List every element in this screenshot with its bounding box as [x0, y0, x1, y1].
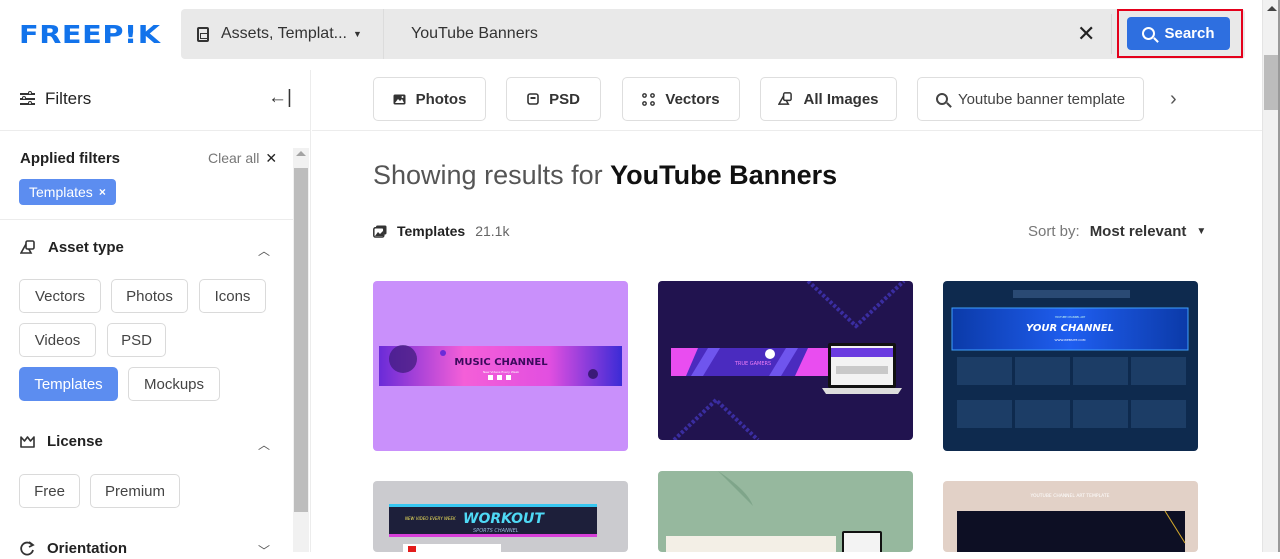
card-title: YOUR CHANNEL	[1026, 323, 1114, 334]
photo-icon	[393, 94, 406, 104]
page-scroll-thumb[interactable]	[1264, 55, 1279, 110]
svg-text:New Videos Every Week: New Videos Every Week	[483, 370, 519, 374]
card-thumbnail: TRUE GAMERS	[671, 281, 906, 440]
asset-type-label: Assets, Templat...	[221, 25, 347, 42]
svg-text:WWW.WEBSITE.COM: WWW.WEBSITE.COM	[1055, 338, 1086, 342]
filter-option-free[interactable]: Free	[19, 474, 80, 508]
category-all-images[interactable]: All Images	[760, 77, 897, 121]
vector-icon	[642, 92, 656, 106]
sliders-icon	[20, 91, 35, 105]
divider	[0, 219, 293, 220]
filter-option-psd[interactable]: PSD	[107, 323, 166, 357]
sort-dropdown[interactable]: Most relevant	[1090, 223, 1187, 240]
results-heading: Showing results for YouTube Banners	[373, 160, 838, 190]
chevron-right-icon[interactable]: ›	[1170, 88, 1177, 111]
scroll-up-arrow[interactable]	[1267, 6, 1277, 11]
filter-option-vectors[interactable]: Vectors	[19, 279, 101, 313]
card-title: TRUE GAMERS	[734, 361, 771, 367]
result-card[interactable]: TRUE GAMERS	[658, 281, 913, 440]
filter-option-icons[interactable]: Icons	[199, 279, 266, 313]
card-thumbnail: YOUTUBE CHANNEL ART TEMPLATE	[957, 493, 1186, 552]
remove-icon[interactable]: ×	[99, 185, 106, 199]
svg-text:SPORTS CHANNEL: SPORTS CHANNEL	[473, 528, 519, 534]
applied-chip-templates[interactable]: Templates ×	[19, 179, 116, 205]
psd-icon	[527, 93, 539, 105]
shapes-icon	[778, 92, 793, 105]
category-vectors[interactable]: Vectors	[622, 77, 740, 121]
crown-icon	[20, 436, 35, 448]
section-asset-type[interactable]: Asset type	[20, 239, 124, 256]
category-psd[interactable]: PSD	[506, 77, 601, 121]
card-thumbnail: NEW VIDEO EVERY WEEK WORKOUT SPORTS CHAN…	[389, 504, 597, 552]
close-icon: ✕	[265, 150, 278, 166]
rotate-icon	[20, 541, 35, 556]
filter-option-videos[interactable]: Videos	[19, 323, 96, 357]
filter-option-templates[interactable]: Templates	[19, 367, 118, 401]
shapes-icon	[20, 240, 35, 254]
clear-all-button[interactable]: Clear all ✕	[208, 150, 277, 167]
filter-option-photos[interactable]: Photos	[111, 279, 188, 313]
page-scrollbar[interactable]	[1262, 0, 1280, 552]
divider	[1111, 14, 1112, 54]
results-count: Templates 21.1k	[373, 223, 509, 239]
suggestion-youtube-banner-template[interactable]: Youtube banner template	[917, 77, 1144, 121]
svg-text:NEW VIDEO EVERY WEEK: NEW VIDEO EVERY WEEK	[405, 516, 456, 521]
result-card[interactable]: YOUTUBE CHANNEL ART YOUR CHANNEL WWW.WEB…	[943, 281, 1198, 451]
sort-control[interactable]: Sort by: Most relevant ▼	[1028, 223, 1206, 240]
search-input[interactable]	[411, 21, 1051, 47]
chevron-down-icon[interactable]: ﹀	[258, 542, 270, 559]
freepik-logo[interactable]: FREEP!K	[19, 20, 161, 49]
card-thumbnail: YOUTUBE CHANNEL ART YOUR CHANNEL WWW.WEB…	[951, 290, 1189, 428]
filter-option-mockups[interactable]: Mockups	[128, 367, 220, 401]
sidebar-scroll-thumb[interactable]	[294, 168, 308, 512]
sidebar-scrollbar[interactable]	[293, 148, 309, 552]
templates-icon	[373, 225, 387, 238]
search-button[interactable]: Search	[1127, 17, 1230, 50]
asset-type-dropdown[interactable]: Assets, Templat... ▼	[181, 9, 384, 59]
section-orientation[interactable]: Orientation	[20, 540, 127, 557]
search-icon	[1142, 27, 1156, 40]
search-icon	[935, 93, 948, 105]
collapse-sidebar-icon[interactable]: ←|	[268, 87, 292, 109]
caret-down-icon: ▼	[1196, 226, 1207, 237]
scroll-up-arrow[interactable]	[296, 151, 306, 156]
category-bar: Photos PSD Vectors All Images Youtube ba…	[312, 70, 1262, 131]
filters-title: Filters	[45, 89, 92, 108]
result-card[interactable]	[658, 471, 913, 552]
result-card[interactable]: NEW VIDEO EVERY WEEK WORKOUT SPORTS CHAN…	[373, 481, 628, 552]
filter-option-premium[interactable]: Premium	[90, 474, 180, 508]
document-icon	[197, 26, 209, 42]
chevron-up-icon[interactable]: ︿	[258, 242, 270, 259]
result-card[interactable]: MUSIC CHANNEL New Videos Every Week	[373, 281, 628, 451]
section-license[interactable]: License	[20, 433, 103, 450]
results-area: Photos PSD Vectors All Images Youtube ba…	[312, 70, 1262, 552]
chevron-up-icon[interactable]: ︿	[258, 436, 270, 453]
card-title: YOUTUBE CHANNEL ART TEMPLATE	[1029, 493, 1109, 499]
svg-text:YOUTUBE CHANNEL ART: YOUTUBE CHANNEL ART	[1055, 315, 1086, 319]
applied-filters-title: Applied filters	[20, 150, 121, 167]
filters-sidebar: Filters ←| Applied filters Clear all ✕ Te…	[0, 70, 311, 558]
category-photos[interactable]: Photos	[373, 77, 486, 121]
search-button-label: Search	[1164, 25, 1215, 42]
card-thumbnail	[666, 471, 882, 552]
result-card[interactable]: YOUTUBE CHANNEL ART TEMPLATE	[943, 481, 1198, 552]
caret-down-icon: ▼	[352, 29, 362, 39]
top-bar: FREEP!K Assets, Templat... ▼ ✕ Search	[0, 0, 1262, 70]
search-box: Assets, Templat... ▼ ✕	[181, 9, 1245, 59]
card-title: MUSIC CHANNEL	[454, 357, 548, 368]
card-thumbnail: MUSIC CHANNEL New Videos Every Week	[379, 345, 622, 386]
filters-header: Filters ←|	[0, 70, 310, 131]
close-icon[interactable]: ✕	[1077, 21, 1095, 47]
card-title: WORKOUT	[463, 511, 545, 527]
